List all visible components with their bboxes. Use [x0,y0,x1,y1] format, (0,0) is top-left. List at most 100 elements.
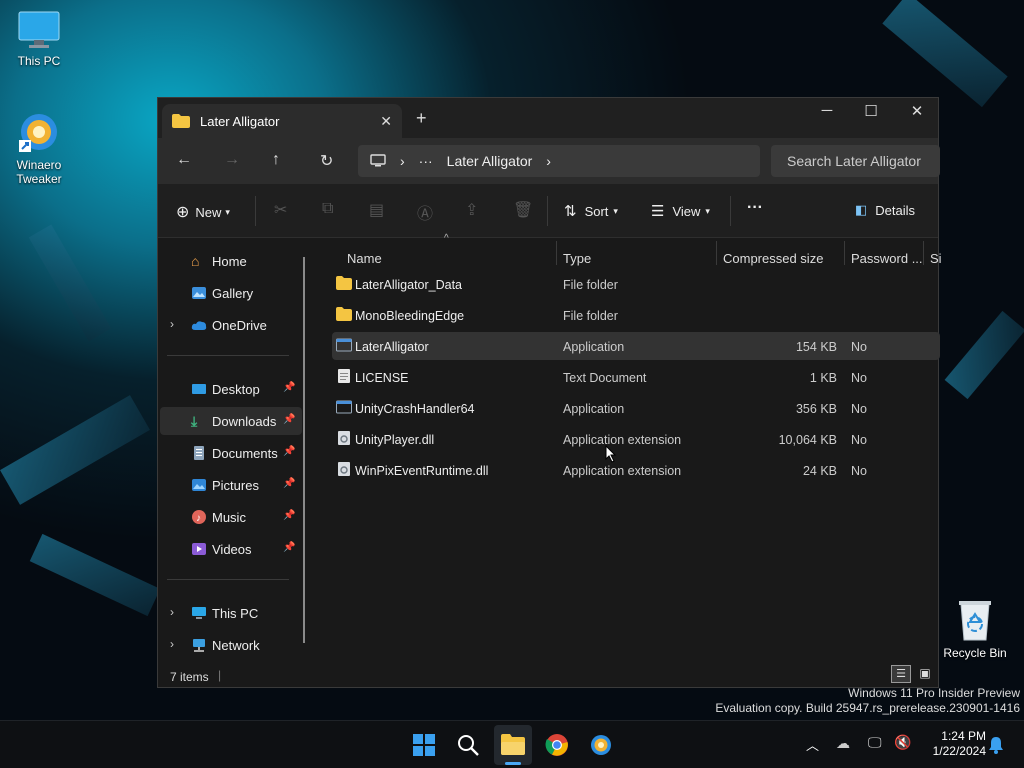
chevron-right-icon[interactable]: › [170,317,174,331]
plus-circle-icon: ⊕ [176,204,190,221]
see-more-button[interactable]: ··· [747,199,763,217]
new-tab-button[interactable]: + [416,108,427,129]
navigation-bar: ← → ↑ ↻ › ··· Later Alligator › Search L… [158,138,940,184]
file-name: UnityPlayer.dll [355,433,435,447]
chevron-right-icon[interactable]: › [546,153,551,169]
cut-icon[interactable]: ✂ [274,200,287,220]
maximize-button[interactable]: ☐ [848,102,894,120]
sidebar-item-documents[interactable]: Documents 📌 [160,439,302,467]
show-hidden-icons-chevron-up-icon[interactable]: ︿ [806,735,819,754]
sidebar-item-desktop[interactable]: Desktop 📌 [160,375,302,403]
table-row[interactable]: MonoBleedingEdge File folder [332,301,940,329]
rename-icon[interactable]: Ⓐ [417,200,433,224]
close-tab-icon[interactable]: ✕ [380,113,392,130]
back-button[interactable]: ← [176,151,192,169]
file-explorer-taskbar-button[interactable] [494,725,532,765]
table-row[interactable]: WinPixEventRuntime.dll Application exten… [332,456,940,484]
volume-muted-icon[interactable]: 🔇 [894,734,911,751]
start-button-windows-icon[interactable] [412,733,436,757]
column-header-password[interactable]: Password ... [851,251,923,266]
column-separator[interactable] [556,241,557,265]
file-password: No [851,464,867,478]
column-header-type[interactable]: Type [563,251,591,266]
sidebar-item-downloads[interactable]: ⤓ Downloads 📌 [160,407,302,435]
sidebar-item-label: Documents [212,446,278,461]
sidebar-scrollbar[interactable] [303,257,305,643]
sidebar-item-home[interactable]: ⌂ Home [160,247,302,275]
sidebar-item-this-pc[interactable]: › This PC [160,599,302,627]
gallery-icon [192,287,206,299]
table-row[interactable]: UnityPlayer.dll Application extension 10… [332,425,940,453]
up-button[interactable]: ↑ [272,151,280,169]
desktop-icon-this-pc[interactable]: This PC [0,10,78,68]
sidebar-item-pictures[interactable]: Pictures 📌 [160,471,302,499]
column-header-name[interactable]: Name [347,251,382,266]
sidebar-item-gallery[interactable]: Gallery [160,279,302,307]
share-icon[interactable]: ⇪ [465,200,478,220]
command-bar: ⊕ New ▾ ✂ ⧉ ▤ Ⓐ ⇪ 🗑 ⇅ Sort ▾ ☰ View ▾ ··… [158,184,938,238]
wallpaper-shard [882,0,1008,108]
pin-icon: 📌 [283,382,296,393]
table-row[interactable]: LaterAlligator_Data File folder [332,270,940,298]
sort-icon: ⇅ [564,203,577,220]
paste-icon[interactable]: ▤ [369,200,384,220]
home-icon: ⌂ [191,253,200,269]
sidebar-item-videos[interactable]: Videos 📌 [160,535,302,563]
file-name: MonoBleedingEdge [355,309,465,323]
table-row[interactable]: LaterAlligator Application 154 KB No [332,332,940,360]
table-row[interactable]: UnityCrashHandler64 Application 356 KB N… [332,394,940,422]
new-button[interactable]: ⊕ New ▾ [176,202,230,222]
network-tray-icon[interactable]: 🖵 [868,734,882,751]
pin-icon: 📌 [283,414,296,425]
mouse-cursor-icon [605,445,617,463]
desktop-icon-label: Recycle Bin [943,646,1007,660]
tab-later-alligator[interactable]: Later Alligator ✕ [162,104,402,138]
minimize-button[interactable]: ─ [804,102,850,119]
sidebar-item-music[interactable]: ♪ Music 📌 [160,503,302,531]
new-button-label: New [195,204,222,220]
column-separator[interactable] [844,241,845,265]
details-view-icon[interactable]: ☰ [891,665,911,683]
address-bar[interactable]: › ··· Later Alligator › [358,145,760,177]
dll-file-icon [338,462,350,476]
sidebar-item-onedrive[interactable]: › OneDrive [160,311,302,339]
column-header-compressed-size[interactable]: Compressed size [723,251,823,266]
chrome-icon[interactable] [545,733,569,757]
breadcrumb-overflow[interactable]: ··· [419,153,433,169]
refresh-button[interactable]: ↻ [320,151,333,171]
divider [167,355,289,356]
desktop-icon-recycle-bin[interactable]: Recycle Bin [936,598,1014,660]
pin-icon: 📌 [283,446,296,457]
clock[interactable]: 1:24 PM 1/22/2024 [920,729,986,759]
separator [730,196,731,226]
sidebar-item-network[interactable]: › Network [160,631,302,659]
status-bar: 7 items | ☰ ▣ [158,664,938,688]
network-icon [193,639,205,652]
wallpaper-shard [0,395,150,505]
tiles-view-icon[interactable]: ▣ [915,665,935,683]
desktop-icon-winaero-tweaker[interactable]: Winaero Tweaker [0,110,78,186]
details-button[interactable]: ◧ Details [855,202,915,218]
forward-button[interactable]: → [224,151,240,169]
chevron-right-icon[interactable]: › [170,605,174,619]
search-icon[interactable] [456,733,480,757]
sort-button[interactable]: ⇅ Sort ▾ [564,202,618,220]
view-button[interactable]: ☰ View ▾ [651,202,710,220]
music-icon: ♪ [192,510,206,524]
table-row[interactable]: LICENSE Text Document 1 KB No [332,363,940,391]
delete-icon[interactable]: 🗑 [513,200,533,220]
chevron-right-icon[interactable]: › [170,637,174,651]
file-type: Application [563,340,625,354]
copy-icon[interactable]: ⧉ [322,200,333,218]
column-separator[interactable] [923,241,924,265]
recycle-bin-icon [959,601,991,641]
breadcrumb-current-folder[interactable]: Later Alligator [447,153,533,169]
file-password: No [851,402,867,416]
winaero-tweaker-icon[interactable] [589,733,613,757]
onedrive-tray-icon[interactable]: ☁ [836,735,850,752]
search-input[interactable]: Search Later Alligator [771,145,940,177]
close-window-button[interactable]: ✕ [894,102,940,120]
column-header-size[interactable]: Si [930,251,942,266]
notification-bell-icon[interactable] [988,736,1004,754]
column-separator[interactable] [716,241,717,265]
